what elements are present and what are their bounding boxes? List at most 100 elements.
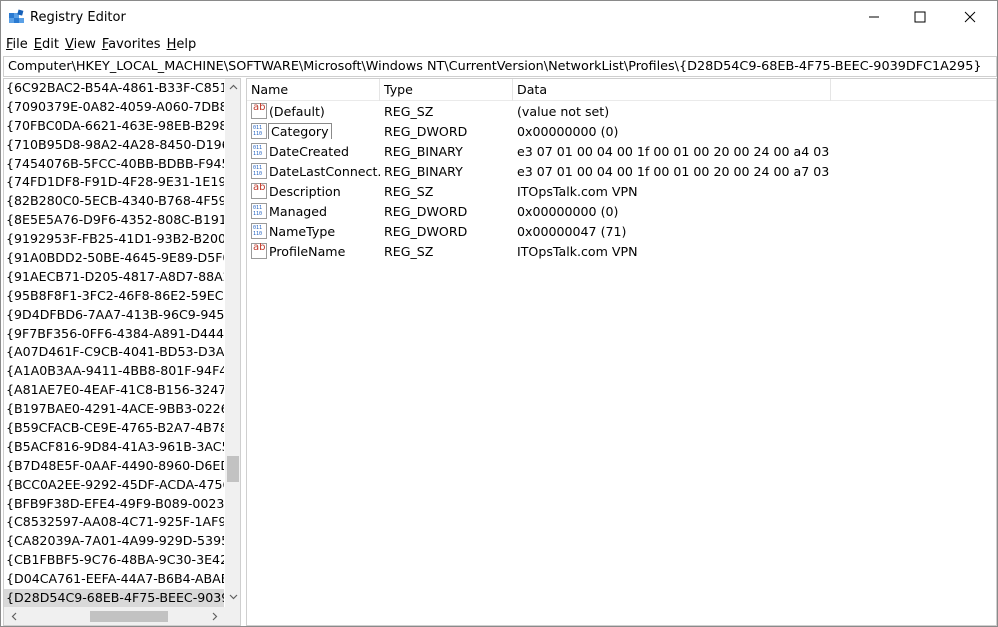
scroll-down-button[interactable] (225, 589, 240, 605)
scroll-up-button[interactable] (225, 79, 240, 95)
column-header-name[interactable]: Name (247, 79, 380, 101)
values-pane[interactable]: Name Type Data (Default) REG_SZ (value not… (246, 78, 997, 626)
value-row[interactable]: (Default) REG_SZ (value not set) (247, 101, 996, 121)
column-header-data[interactable]: Data (513, 79, 831, 101)
minimize-button[interactable] (851, 1, 897, 33)
tree-key-item[interactable]: {B5ACF816-9D84-41A3-961B-3AC5BI (4, 438, 224, 457)
menu-label-rest: dit (42, 37, 59, 52)
tree-key-item[interactable]: {D28D54C9-68EB-4F75-BEEC-9039DI (4, 589, 224, 607)
tree-key-item[interactable]: {BCC0A2EE-9292-45DF-ACDA-475632 (4, 476, 224, 495)
value-data: ITOpsTalk.com VPN (517, 183, 638, 199)
maximize-icon (914, 11, 926, 23)
value-row[interactable]: ProfileName REG_SZ ITOpsTalk.com VPN (247, 241, 996, 261)
value-type: REG_DWORD (384, 203, 468, 219)
tree-key-item[interactable]: {9D4DFBD6-7AA7-413B-96C9-94591 (4, 306, 224, 325)
chevron-left-icon (11, 612, 17, 620)
value-type: REG_DWORD (384, 123, 468, 139)
tree-key-item[interactable]: {B197BAE0-4291-4ACE-9BB3-0226D5 (4, 400, 224, 419)
value-row[interactable]: 011 110 DateLastConnect... REG_BINARY e3 07 … (247, 161, 996, 181)
value-type: REG_SZ (384, 183, 434, 199)
value-row[interactable]: 011 110 DateCreated REG_BINARY e3 07 01 00 0… (247, 141, 996, 161)
column-header-type[interactable]: Type (380, 79, 513, 101)
tree-key-item[interactable]: {D04CA761-EEFA-44A7-B6B4-ABAE03 (4, 570, 224, 589)
scroll-right-button[interactable] (207, 608, 223, 624)
binary-value-icon: 011 110 (251, 203, 267, 219)
scrollbar-corner (225, 607, 240, 625)
tree-key-item[interactable]: {BFB9F38D-EFE4-49F9-B089-002367E (4, 495, 224, 514)
value-row[interactable]: 011 110 Category REG_DWORD 0x00000000 (0) (247, 121, 996, 141)
tree-key-item[interactable]: {70FBC0DA-6621-463E-98EB-B298D4 (4, 117, 224, 136)
close-icon (964, 11, 976, 23)
tree-key-item[interactable]: {6C92BAC2-B54A-4861-B33F-C851A0 (4, 79, 224, 98)
value-name: ProfileName (269, 243, 346, 259)
menu-label-rest: elp (176, 37, 197, 52)
value-row[interactable]: Description REG_SZ ITOpsTalk.com VPN (247, 181, 996, 201)
key-tree-list: {6C92BAC2-B54A-4861-B33F-C851A0 {7090379E… (4, 79, 224, 607)
chevron-right-icon (212, 612, 218, 620)
vertical-scroll-thumb[interactable] (227, 456, 239, 482)
value-data: 0x00000047 (71) (517, 223, 627, 239)
value-name-cell: 011 110 Category (247, 123, 380, 139)
menu-favorites[interactable]: Favorites (97, 35, 161, 55)
menu-help[interactable]: Help (162, 35, 197, 55)
address-bar[interactable]: Computer\HKEY_LOCAL_MACHINE\SOFTWARE\Mic… (3, 56, 997, 77)
tree-key-item[interactable]: {9192953F-FB25-41D1-93B2-B20030 (4, 230, 224, 249)
tree-key-item[interactable]: {7090379E-0A82-4059-A060-7DB881 (4, 98, 224, 117)
tree-key-item[interactable]: {74FD1DF8-F91D-4F28-9E31-1E196C (4, 173, 224, 192)
tree-key-item[interactable]: {B7D48E5F-0AAF-4490-8960-D6ED36 (4, 457, 224, 476)
tree-key-item[interactable]: {7454076B-5FCC-40BB-BDBB-F945A5 (4, 155, 224, 174)
registry-editor-window: Registry Editor File Edit View Favorites Hel… (0, 0, 998, 627)
tree-key-item[interactable]: {CB1FBBF5-9C76-48BA-9C30-3E4286 (4, 551, 224, 570)
value-data: e3 07 01 00 04 00 1f 00 01 00 20 00 24 0… (517, 163, 830, 179)
tree-key-item[interactable]: {A07D461F-C9CB-4041-BD53-D3A78 (4, 343, 224, 362)
value-data: 0x00000000 (0) (517, 203, 619, 219)
tree-key-item[interactable]: {C8532597-AA08-4C71-925F-1AF91B (4, 513, 224, 532)
value-name-cell: 011 110 DateCreated (247, 143, 380, 159)
tree-key-item[interactable]: {8E5E5A76-D9F6-4352-808C-B191F4 (4, 211, 224, 230)
menu-label-rest: iew (73, 37, 96, 52)
title-bar[interactable]: Registry Editor (1, 1, 997, 34)
value-row[interactable]: 011 110 NameType REG_DWORD 0x00000047 (71) (247, 221, 996, 241)
tree-horizontal-scrollbar[interactable] (4, 607, 225, 625)
tree-key-item[interactable]: {82B280C0-5ECB-4340-B768-4F598B (4, 192, 224, 211)
tree-key-item[interactable]: {B59CFACB-CE9E-4765-B2A7-4B788E (4, 419, 224, 438)
tree-key-item[interactable]: {91A0BDD2-50BE-4645-9E89-D5F062 (4, 249, 224, 268)
menu-file[interactable]: File (1, 35, 28, 55)
menu-accelerator: H (166, 37, 177, 52)
values-header: Name Type Data (247, 79, 996, 101)
string-value-icon (251, 183, 267, 199)
value-row[interactable]: 011 110 Managed REG_DWORD 0x00000000 (0) (247, 201, 996, 221)
binary-value-icon: 011 110 (251, 123, 267, 139)
binary-value-icon: 011 110 (251, 163, 267, 179)
window-title: Registry Editor (30, 10, 126, 25)
tree-key-item[interactable]: {91AECB71-D205-4817-A8D7-88A2EI (4, 268, 224, 287)
maximize-button[interactable] (897, 1, 943, 33)
horizontal-scroll-thumb[interactable] (90, 611, 168, 622)
tree-vertical-scrollbar[interactable] (225, 79, 240, 607)
menu-edit[interactable]: Edit (29, 35, 59, 55)
scroll-left-button[interactable] (6, 608, 22, 624)
menu-view[interactable]: View (60, 35, 96, 55)
tree-key-item[interactable]: {9F7BF356-0FF6-4384-A891-D444ED (4, 325, 224, 344)
value-name-cell: ProfileName (247, 243, 380, 259)
string-value-icon (251, 103, 267, 119)
value-data: 0x00000000 (0) (517, 123, 619, 139)
value-type: REG_BINARY (384, 163, 463, 179)
minimize-icon (869, 16, 879, 18)
close-button[interactable] (947, 1, 993, 33)
tree-key-item[interactable]: {710B95D8-98A2-4A28-8450-D1964D (4, 136, 224, 155)
value-name-cell: Description (247, 183, 380, 199)
string-value-icon (251, 243, 267, 259)
tree-key-item[interactable]: {95B8F8F1-3FC2-46F8-86E2-59EC498 (4, 287, 224, 306)
tree-key-item[interactable]: {CA82039A-7A01-4A99-929D-539518 (4, 532, 224, 551)
value-name-cell: 011 110 NameType (247, 223, 380, 239)
tree-key-item[interactable]: {A1A0B3AA-9411-4BB8-801F-94F4A0 (4, 362, 224, 381)
tree-key-item[interactable]: {A81AE7E0-4EAF-41C8-B156-3247D6 (4, 381, 224, 400)
menu-label-rest: avorites (108, 37, 161, 52)
key-tree-pane[interactable]: {6C92BAC2-B54A-4861-B33F-C851A0 {7090379E… (3, 78, 241, 626)
value-name: DateLastConnect... (269, 163, 380, 179)
chevron-up-icon (229, 84, 237, 90)
chevron-down-icon (229, 594, 237, 600)
value-data: ITOpsTalk.com VPN (517, 243, 638, 259)
menu-accelerator: V (64, 37, 74, 52)
